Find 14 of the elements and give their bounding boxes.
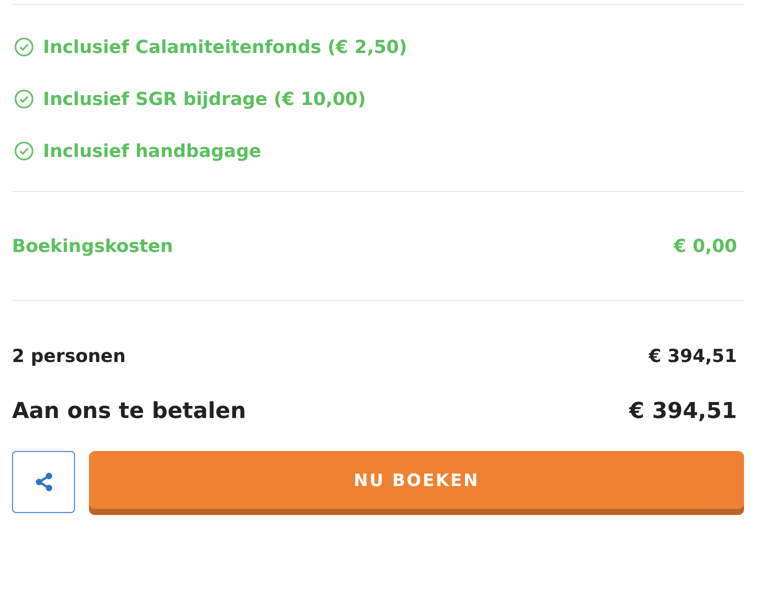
inclusion-text: Inclusief Calamiteitenfonds (€ 2,50)	[43, 36, 408, 58]
fee-label: Boekingskosten	[12, 236, 174, 256]
check-circle-icon	[14, 37, 34, 57]
book-button[interactable]: NU BOEKEN	[89, 451, 744, 515]
share-button[interactable]	[12, 451, 75, 513]
fee-amount: € 0,00	[674, 236, 737, 256]
persons-label: 2 personen	[12, 346, 126, 366]
inclusion-text: Inclusief handbagage	[43, 140, 262, 162]
inclusion-text: Inclusief SGR bijdrage (€ 10,00)	[43, 88, 366, 110]
check-circle-icon	[14, 141, 34, 161]
total-amount: € 394,51	[629, 398, 737, 424]
total-label: Aan ons te betalen	[12, 398, 246, 424]
check-circle-icon	[14, 89, 34, 109]
persons-amount: € 394,51	[648, 346, 737, 366]
